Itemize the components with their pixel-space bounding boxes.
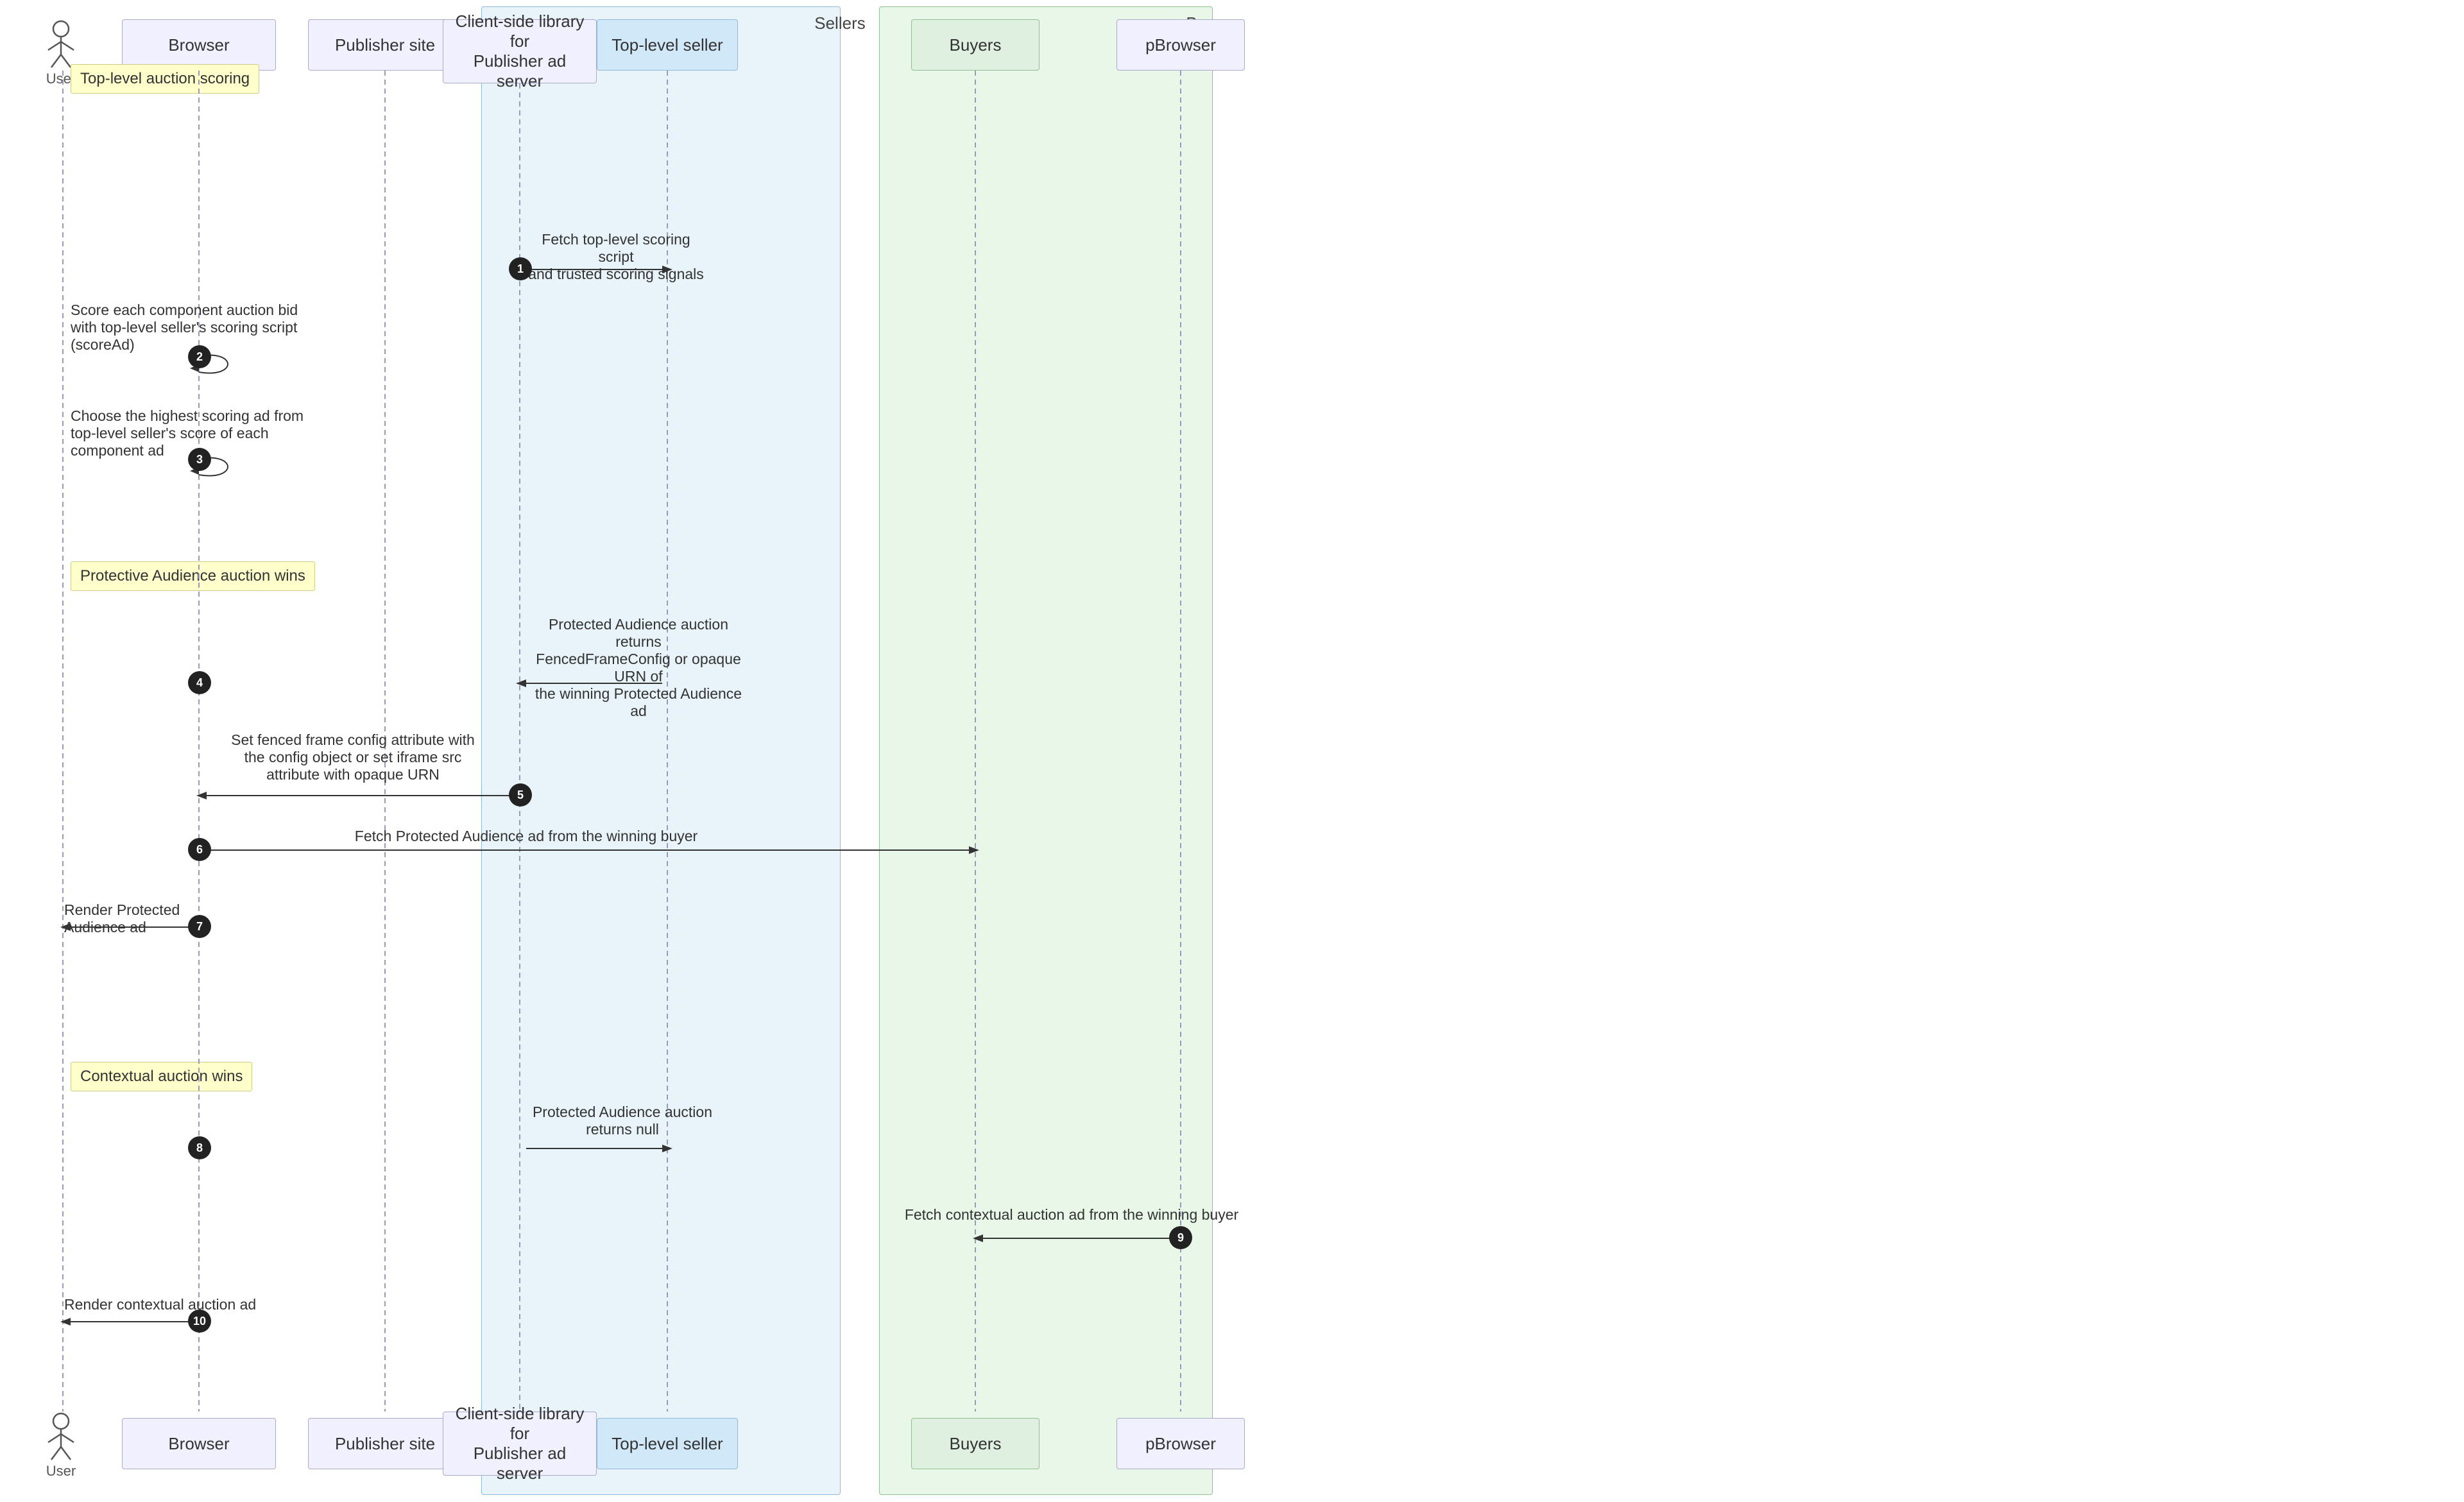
- diagram-container: Sellers Buyers Browser Publisher site Cl…: [0, 0, 2464, 1502]
- publisher-site-actor-bottom: Publisher site: [308, 1418, 462, 1469]
- step-9-circle: 9: [1169, 1226, 1192, 1249]
- arrow-label-10: Render contextual auction ad: [64, 1296, 257, 1313]
- arrow-label-9: Fetch contextual auction ad from the win…: [886, 1206, 1258, 1224]
- note-contextual-auction: Contextual auction wins: [71, 1062, 252, 1091]
- pbrowser-actor-top: pBrowser: [1116, 19, 1245, 71]
- publisher-site-actor-top: Publisher site: [308, 19, 462, 71]
- step-2-circle: 2: [188, 345, 211, 368]
- browser-actor-bottom: Browser: [122, 1418, 276, 1469]
- arrow-label-7: Render Protected Audience ad: [64, 901, 244, 936]
- note-top-level-auction: Top-level auction scoring: [71, 64, 259, 94]
- step-5-circle: 5: [509, 783, 532, 806]
- note-protective-audience: Protective Audience auction wins: [71, 561, 315, 591]
- arrow-label-6: Fetch Protected Audience ad from the win…: [302, 828, 751, 845]
- step-4-circle: 4: [188, 671, 211, 694]
- browser-actor-top: Browser: [122, 19, 276, 71]
- client-library-actor-bottom: Client-side library for Publisher ad ser…: [443, 1412, 597, 1476]
- step-8-circle: 8: [188, 1136, 211, 1159]
- top-level-seller-actor-bottom: Top-level seller: [597, 1418, 738, 1469]
- sellers-group: Sellers: [481, 6, 841, 1495]
- step-3-circle: 3: [188, 448, 211, 471]
- top-level-seller-actor-top: Top-level seller: [597, 19, 738, 71]
- arrow-label-8: Protected Audience auctionreturns null: [526, 1104, 719, 1138]
- arrow-label-1: Fetch top-level scoring scriptand truste…: [526, 231, 706, 283]
- arrow-label-4: Protected Audience auction returnsFenced…: [526, 616, 751, 720]
- pbrowser-actor-bottom: pBrowser: [1116, 1418, 1245, 1469]
- step-10-circle: 10: [188, 1310, 211, 1333]
- step-6-circle: 6: [188, 838, 211, 861]
- arrow-label-5: Set fenced frame config attribute withth…: [205, 731, 501, 783]
- arrow-label-2: Score each component auction bidwith top…: [71, 302, 314, 354]
- buyers-actor-bottom: Buyers: [911, 1418, 1040, 1469]
- buyers-group: Buyers: [879, 6, 1213, 1495]
- client-library-actor-top: Client-side library for Publisher ad ser…: [443, 19, 597, 83]
- step-7-circle: 7: [188, 915, 211, 938]
- step-1-circle: 1: [509, 257, 532, 280]
- buyers-actor-top: Buyers: [911, 19, 1040, 71]
- user-label-bottom: User: [46, 1463, 76, 1480]
- user-figure-bottom: User: [42, 1412, 80, 1480]
